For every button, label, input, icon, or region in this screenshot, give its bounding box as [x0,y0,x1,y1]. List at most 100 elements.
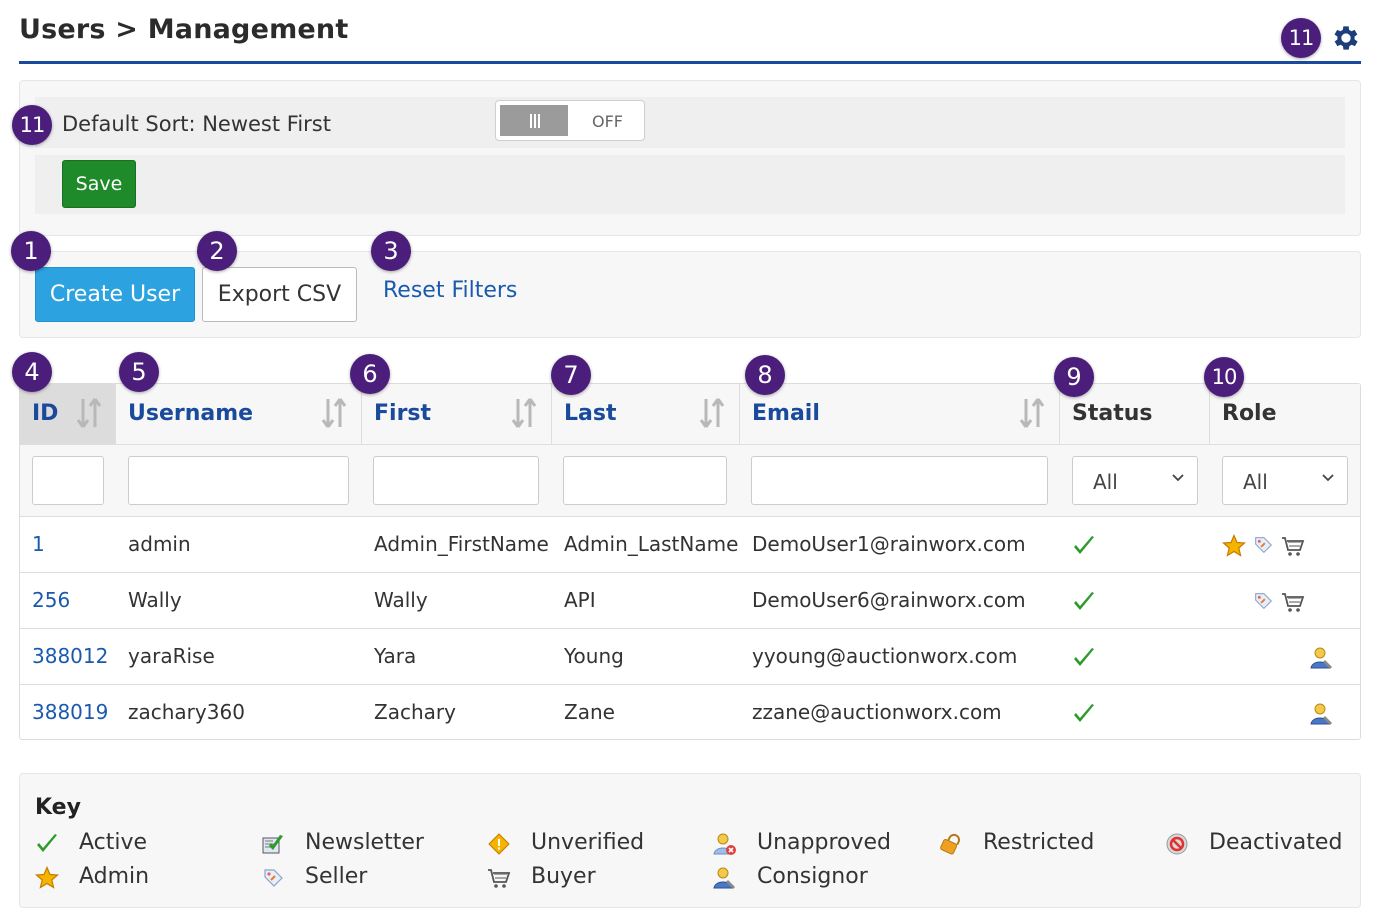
first-filter-input[interactable] [373,456,539,505]
sort-icon[interactable] [74,396,104,430]
email-filter-input[interactable] [751,456,1048,505]
role-filter-select[interactable]: All [1222,456,1348,505]
toggle-state-label: OFF [592,112,623,131]
status-filter-select[interactable]: All [1072,456,1198,505]
user-id-link[interactable]: 1 [32,532,45,556]
chevron-down-icon [1322,474,1334,482]
seller-icon [1252,534,1274,556]
unapproved-icon [713,832,737,856]
gear-icon[interactable] [1330,22,1362,54]
annotation-badge: 5 [119,352,159,392]
annotation-badge: 6 [350,354,390,394]
users-table: ID Username First Last Email Status Role… [19,383,1361,740]
legend-panel [19,773,1361,908]
column-header-label: Last [564,401,617,426]
sort-icon[interactable] [509,396,539,430]
legend-label: Restricted [983,830,1095,855]
buyer-icon [1281,534,1305,558]
status-filter-value: All [1093,470,1118,494]
sort-icon[interactable] [697,396,727,430]
legend-label: Active [79,830,148,855]
email-cell: DemoUser6@rainworx.com [752,588,1026,612]
active-icon [35,832,59,856]
sort-icon[interactable] [1017,396,1047,430]
username-filter-input[interactable] [128,456,349,505]
buyer-icon [487,866,511,890]
legend-label: Seller [305,864,368,889]
role-filter-value: All [1243,470,1268,494]
legend-label: Deactivated [1209,830,1343,855]
annotation-badge: 9 [1054,357,1094,397]
save-row [35,155,1345,214]
annotation-badge: 4 [12,352,52,392]
save-button[interactable]: Save [62,160,136,208]
annotation-badge: 8 [745,355,785,395]
toggle-knob[interactable] [500,105,568,136]
restricted-icon [939,832,963,856]
column-header-label: ID [32,401,59,426]
active-icon [1072,590,1096,614]
admin-icon [35,866,59,890]
legend-label: Admin [79,864,150,889]
default-sort-label: Default Sort: Newest First [62,112,331,136]
legend-label: Unverified [531,830,645,855]
column-header-username[interactable]: Username [116,384,362,444]
username-cell: Wally [128,588,182,612]
unverified-icon [487,832,511,856]
email-cell: yyoung@auctionworx.com [752,644,1018,668]
column-header-label: Status [1072,401,1153,426]
column-header-id[interactable]: ID [20,384,116,444]
last-name-cell: Zane [564,700,615,724]
annotation-badge: 2 [197,231,237,271]
last-filter-input[interactable] [563,456,727,505]
first-name-cell: Yara [374,644,417,668]
user-id-link[interactable]: 256 [32,588,70,612]
consignor-icon [1310,646,1334,670]
column-header-label: First [374,401,432,426]
table-row: 388012 yaraRise Yara Young yyoung@auctio… [20,629,1360,685]
buyer-icon [1281,590,1305,614]
create-user-button[interactable]: Create User [35,267,195,322]
user-id-link[interactable]: 388012 [32,644,108,668]
chevron-down-icon [1172,474,1184,482]
first-name-cell: Admin_FirstName [374,532,549,556]
annotation-badge: 7 [551,355,591,395]
annotation-badge: 10 [1204,357,1244,397]
first-name-cell: Zachary [374,700,456,724]
annotation-badge: 11 [12,105,52,145]
last-name-cell: API [564,588,596,612]
last-name-cell: Admin_LastName [564,532,739,556]
default-sort-toggle[interactable]: OFF [495,100,645,141]
table-row: 256 Wally Wally API DemoUser6@rainworx.c… [20,573,1360,629]
admin-icon [1222,534,1246,558]
reset-filters-link[interactable]: Reset Filters [383,278,517,303]
annotation-badge: 11 [1281,18,1321,58]
column-header-last[interactable]: Last [552,384,740,444]
column-header-label: Email [752,401,820,426]
annotation-badge: 1 [11,231,51,271]
seller-icon [261,866,285,890]
username-cell: zachary360 [128,700,245,724]
filter-row: All All [20,444,1360,517]
column-header-email[interactable]: Email [740,384,1060,444]
username-cell: yaraRise [128,644,215,668]
email-cell: DemoUser1@rainworx.com [752,532,1026,556]
column-header-first[interactable]: First [362,384,552,444]
sort-icon[interactable] [319,396,349,430]
legend-label: Buyer [531,864,596,889]
page-title: Users > Management [19,14,349,45]
seller-icon [1252,590,1274,612]
newsletter-icon [261,832,285,856]
table-row: 388019 zachary360 Zachary Zane zzane@auc… [20,685,1360,741]
legend-label: Newsletter [305,830,424,855]
annotation-badge: 3 [371,231,411,271]
username-cell: admin [128,532,191,556]
column-header-label: Username [128,401,254,426]
table-row: 1 admin Admin_FirstName Admin_LastName D… [20,517,1360,573]
legend-label: Unapproved [757,830,891,855]
column-header-label: Role [1222,401,1277,426]
consignor-icon [1310,702,1334,726]
user-id-link[interactable]: 388019 [32,700,108,724]
export-csv-button[interactable]: Export CSV [202,267,357,322]
id-filter-input[interactable] [32,456,104,505]
